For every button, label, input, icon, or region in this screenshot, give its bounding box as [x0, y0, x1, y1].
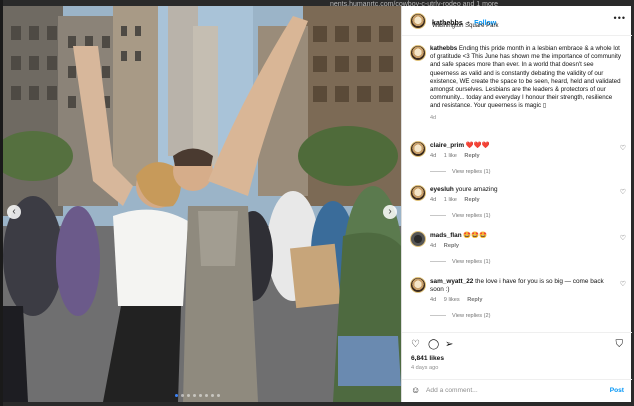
carousel-dots [175, 394, 220, 397]
carousel-dot [175, 394, 178, 397]
commenter-avatar[interactable] [410, 141, 426, 157]
share-icon[interactable]: ➢ [445, 339, 453, 350]
carousel-dot [217, 394, 220, 397]
view-replies-button[interactable]: View replies (1) [430, 169, 490, 175]
comment-heart-icon[interactable]: ♡ [620, 234, 626, 242]
post-location[interactable]: Washington Square Park [432, 23, 498, 29]
comment-icon[interactable]: ◯ [428, 339, 439, 350]
comment-time: 4d [430, 297, 437, 303]
post-photo[interactable]: ‹ › [3, 6, 401, 402]
comment-heart-icon[interactable]: ♡ [620, 188, 626, 196]
comment-likes[interactable]: 1 like [444, 153, 457, 159]
next-photo-button[interactable]: › [383, 205, 397, 219]
caption-username[interactable]: kathebbs [430, 45, 457, 52]
more-options-icon[interactable]: ••• [614, 13, 626, 23]
comment-text: youre amazing [455, 186, 498, 193]
comment-heart-icon[interactable]: ♡ [620, 280, 626, 288]
view-replies-button[interactable]: View replies (2) [430, 313, 490, 319]
comment-body: mads_flan 🤩🤩🤩 [430, 232, 610, 240]
caption-text: Ending this pride month in a lesbian emb… [430, 45, 621, 110]
author-avatar[interactable] [410, 13, 426, 29]
comment-text: ❤️❤️❤️ [465, 142, 490, 149]
photo-illustration [3, 6, 401, 402]
comment-body: eyesluh youre amazing [430, 186, 610, 194]
emoji-icon[interactable]: ☺ [411, 385, 420, 395]
comment-body: sam_wyatt_22 the love i have for you is … [430, 278, 610, 294]
comment-text: 🤩🤩🤩 [463, 232, 488, 239]
commenter-username[interactable]: mads_flan [430, 232, 462, 239]
bookmark-icon[interactable]: ⛉ [616, 339, 624, 350]
comment-meta: 4d 1 like Reply [430, 197, 486, 203]
reply-button[interactable]: Reply [464, 153, 479, 159]
comment-input[interactable] [426, 384, 596, 397]
carousel-dot [181, 394, 184, 397]
caption-avatar[interactable] [410, 45, 426, 61]
view-replies-button[interactable]: View replies (1) [430, 213, 490, 219]
caption-time: 4d [430, 114, 437, 121]
comment-time: 4d [430, 197, 437, 203]
reply-button[interactable]: Reply [464, 197, 479, 203]
comment-body: claire_prim ❤️❤️❤️ [430, 142, 610, 150]
commenter-username[interactable]: claire_prim [430, 142, 464, 149]
post-caption: kathebbs Ending this pride month in a le… [430, 45, 624, 122]
carousel-dot [187, 394, 190, 397]
post-header: kathebbs • Follow Washington Square Park… [402, 6, 632, 36]
commenter-avatar[interactable] [410, 277, 426, 293]
screen: nents.humanrtc.com/cowboy-c-utrly-rodeo … [0, 0, 634, 406]
comments-scroll-area[interactable]: kathebbs Ending this pride month in a le… [402, 37, 632, 332]
comment-likes[interactable]: 9 likes [444, 297, 460, 303]
comment-meta: 4d 9 likes Reply [430, 297, 488, 303]
comment-likes[interactable]: 1 like [444, 197, 457, 203]
heart-icon[interactable]: ♡ [411, 339, 420, 350]
post-date: 4 days ago [411, 365, 439, 371]
post-comment-button[interactable]: Post [610, 387, 624, 394]
commenter-username[interactable]: sam_wyatt_22 [430, 278, 473, 285]
carousel-dot [205, 394, 208, 397]
commenter-avatar[interactable] [410, 231, 426, 247]
comment-meta: 4d Reply [430, 243, 465, 249]
carousel-dot [193, 394, 196, 397]
add-comment-bar: ☺ Post [402, 379, 632, 401]
comment-meta: 4d 1 like Reply [430, 153, 486, 159]
comment-time: 4d [430, 243, 437, 249]
commenter-avatar[interactable] [410, 185, 426, 201]
carousel-dot [211, 394, 214, 397]
view-replies-button[interactable]: View replies (1) [430, 259, 490, 265]
post-actions: ♡ ◯ ➢ ⛉ 6,841 likes 4 days ago ☺ Post [402, 332, 632, 402]
commenter-username[interactable]: eyesluh [430, 186, 454, 193]
previous-photo-button[interactable]: ‹ [7, 205, 21, 219]
comment-heart-icon[interactable]: ♡ [620, 144, 626, 152]
comment-time: 4d [430, 153, 437, 159]
reply-button[interactable]: Reply [467, 297, 482, 303]
carousel-dot [199, 394, 202, 397]
likes-count[interactable]: 6,841 likes [411, 355, 444, 362]
post-side-panel: kathebbs • Follow Washington Square Park… [401, 6, 632, 402]
reply-button[interactable]: Reply [444, 243, 459, 249]
